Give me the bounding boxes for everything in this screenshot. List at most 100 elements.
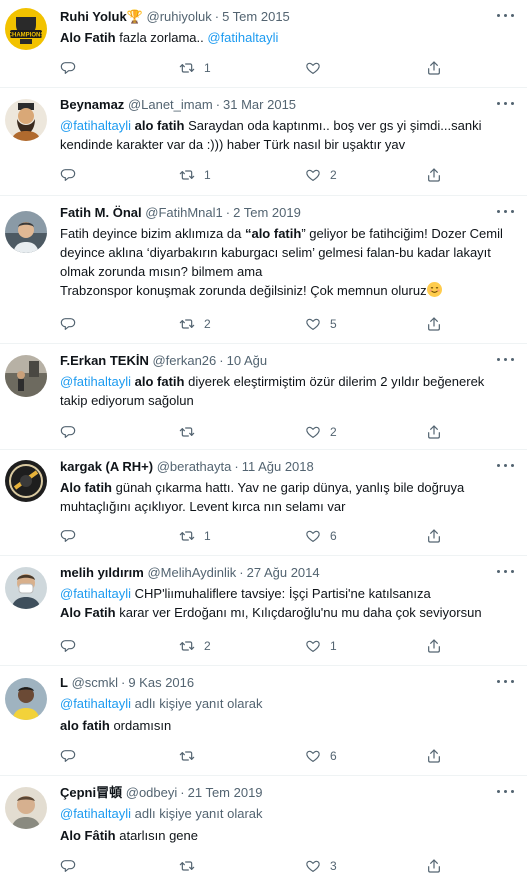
avatar[interactable]: CHAMPIONS	[5, 8, 47, 50]
like-button[interactable]: 1	[305, 636, 337, 656]
retweet-button[interactable]	[179, 746, 204, 766]
tweet-feed: CHAMPIONS Ruhi Yoluk🏆 @ruhiyoluk · 5 Tem 2…	[0, 0, 527, 885]
separator-dot: ·	[215, 97, 221, 112]
retweet-button[interactable]: 2	[179, 636, 211, 656]
more-icon[interactable]	[497, 564, 515, 578]
display-name[interactable]: Çepni冒頓	[60, 785, 122, 800]
separator-dot: ·	[214, 9, 220, 24]
reply-button[interactable]	[60, 526, 85, 546]
display-name[interactable]: melih yıldırım	[60, 565, 144, 580]
retweet-icon	[179, 638, 195, 654]
handle[interactable]: @berathayta	[157, 459, 232, 474]
more-icon[interactable]	[497, 674, 515, 688]
avatar[interactable]	[5, 460, 47, 502]
share-button[interactable]	[426, 422, 442, 442]
avatar[interactable]	[5, 678, 47, 720]
plain-text: CHP'liımuhaliflere tavsiye: İşçi Partisi…	[131, 586, 431, 601]
heart-icon	[305, 167, 321, 183]
more-icon[interactable]	[497, 8, 515, 22]
tweet[interactable]: kargak (A RH+) @berathayta · 11 Ağu 2018 A…	[0, 450, 527, 556]
share-button[interactable]	[426, 636, 442, 656]
tweet[interactable]: Beynamaz @Lanet_imam · 31 Mar 2015 @fatiha…	[0, 88, 527, 196]
timestamp[interactable]: 21 Tem 2019	[188, 785, 263, 800]
share-button[interactable]	[426, 526, 442, 546]
timestamp[interactable]: 2 Tem 2019	[233, 205, 301, 220]
timestamp[interactable]: 27 Ağu 2014	[247, 565, 320, 580]
timestamp[interactable]: 31 Mar 2015	[223, 97, 296, 112]
reply-button[interactable]	[60, 422, 85, 442]
heart-icon	[305, 528, 321, 544]
mention-link[interactable]: @fatihaltayli	[207, 30, 278, 45]
more-icon[interactable]	[497, 96, 515, 110]
reply-button[interactable]	[60, 856, 85, 876]
share-button[interactable]	[426, 165, 442, 185]
mention-link[interactable]: @fatihaltayli	[60, 586, 131, 601]
avatar[interactable]	[5, 567, 47, 609]
tweet[interactable]: CHAMPIONS Ruhi Yoluk🏆 @ruhiyoluk · 5 Tem 2…	[0, 0, 527, 88]
plain-text: atarlısın gene	[115, 828, 198, 843]
handle[interactable]: @MelihAydinlik	[147, 565, 236, 580]
retweet-button[interactable]: 1	[179, 526, 211, 546]
like-button[interactable]: 2	[305, 165, 337, 185]
retweet-count: 2	[204, 639, 211, 653]
share-button[interactable]	[426, 314, 442, 334]
share-button[interactable]	[426, 856, 442, 876]
mention-link[interactable]: @fatihaltayli	[60, 374, 131, 389]
timestamp[interactable]: 10 Ağu	[227, 353, 268, 368]
retweet-button[interactable]	[179, 422, 204, 442]
avatar[interactable]	[5, 787, 47, 829]
reply-to-mention[interactable]: @fatihaltayli	[60, 696, 131, 711]
retweet-count: 2	[204, 317, 211, 331]
like-button[interactable]: 3	[305, 856, 337, 876]
avatar[interactable]	[5, 355, 47, 397]
retweet-button[interactable]: 1	[179, 165, 211, 185]
handle[interactable]: @odbeyi	[126, 785, 178, 800]
display-name[interactable]: L	[60, 675, 68, 690]
tweet[interactable]: L @scmkl · 9 Kas 2016 @fatihaltayli adlı k…	[0, 666, 527, 776]
share-icon	[426, 424, 442, 440]
avatar[interactable]	[5, 99, 47, 141]
more-icon[interactable]	[497, 458, 515, 472]
share-button[interactable]	[426, 746, 442, 766]
handle[interactable]: @scmkl	[72, 675, 118, 690]
timestamp[interactable]: 9 Kas 2016	[128, 675, 194, 690]
timestamp[interactable]: 11 Ağu 2018	[242, 459, 314, 474]
more-icon[interactable]	[497, 784, 515, 798]
like-button[interactable]: 6	[305, 526, 337, 546]
reply-icon	[60, 528, 76, 544]
retweet-button[interactable]: 1	[179, 58, 211, 78]
avatar[interactable]	[5, 211, 47, 253]
share-button[interactable]	[426, 58, 442, 78]
tweet[interactable]: Fatih M. Önal @FatihMnal1 · 2 Tem 2019 Fat…	[0, 196, 527, 344]
display-name[interactable]: F.Erkan TEKİN	[60, 353, 149, 368]
retweet-button[interactable]: 2	[179, 314, 211, 334]
like-button[interactable]: 5	[305, 314, 337, 334]
handle[interactable]: @FatihMnal1	[145, 205, 223, 220]
reply-button[interactable]	[60, 165, 85, 185]
mention-link[interactable]: @fatihaltayli	[60, 118, 131, 133]
timestamp[interactable]: 5 Tem 2015	[222, 9, 290, 24]
handle[interactable]: @Lanet_imam	[128, 97, 213, 112]
reply-to-mention[interactable]: @fatihaltayli	[60, 806, 131, 821]
tweet[interactable]: melih yıldırım @MelihAydinlik · 27 Ağu 201…	[0, 556, 527, 666]
like-button[interactable]	[305, 58, 330, 78]
tweet[interactable]: F.Erkan TEKİN @ferkan26 · 10 Ağu @fatihalt…	[0, 344, 527, 450]
display-name[interactable]: Fatih M. Önal	[60, 205, 142, 220]
retweet-button[interactable]	[179, 856, 204, 876]
reply-button[interactable]	[60, 314, 85, 334]
like-button[interactable]: 6	[305, 746, 337, 766]
display-name[interactable]: kargak (A RH+)	[60, 459, 153, 474]
more-icon[interactable]	[497, 204, 515, 218]
reply-button[interactable]	[60, 746, 85, 766]
reply-button[interactable]	[60, 58, 85, 78]
more-icon[interactable]	[497, 352, 515, 366]
display-name[interactable]: Beynamaz	[60, 97, 124, 112]
action-bar: 3	[60, 856, 480, 876]
tweet[interactable]: Çepni冒頓 @odbeyi · 21 Tem 2019 @fatihaltayl…	[0, 776, 527, 885]
handle[interactable]: @ruhiyoluk	[147, 9, 212, 24]
reply-button[interactable]	[60, 636, 85, 656]
like-button[interactable]: 2	[305, 422, 337, 442]
handle[interactable]: @ferkan26	[152, 353, 216, 368]
display-name[interactable]: Ruhi Yoluk🏆	[60, 9, 143, 24]
tweet-text: @fatihaltayli alo fatih Saraydan oda kap…	[60, 116, 515, 154]
